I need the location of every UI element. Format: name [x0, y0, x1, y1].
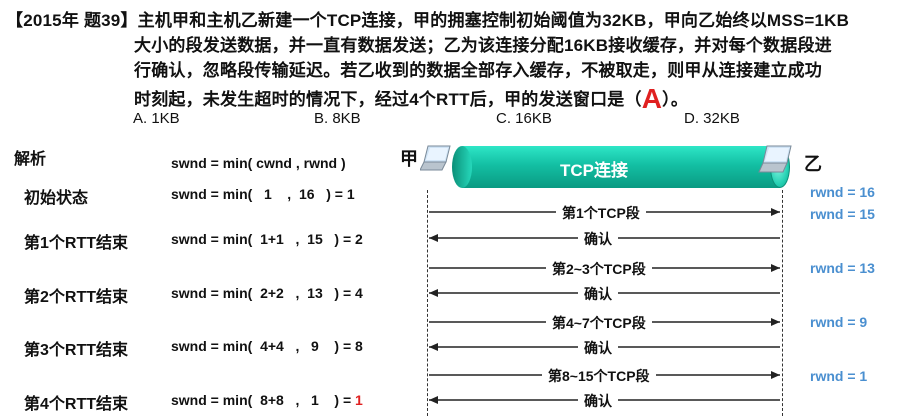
arrow-head: [429, 234, 438, 242]
arrow-head: [429, 396, 438, 404]
arrow-head: [771, 371, 780, 379]
arrow-head: [429, 343, 438, 351]
arrow-head: [771, 208, 780, 216]
rwnd-value: rwnd = 1: [810, 368, 868, 384]
arrow-head: [771, 264, 780, 272]
rwnd-value: rwnd = 16: [810, 184, 875, 200]
message-label: 确认: [578, 229, 618, 249]
arrow-head: [771, 318, 780, 326]
message-arrows: [429, 208, 780, 404]
message-label: 第4~7个TCP段: [546, 313, 652, 333]
message-label: 第2~3个TCP段: [546, 259, 652, 279]
message-label: 第1个TCP段: [556, 203, 646, 223]
message-label: 确认: [578, 284, 618, 304]
message-label: 确认: [578, 338, 618, 358]
arrow-head: [429, 289, 438, 297]
rwnd-value: rwnd = 13: [810, 260, 875, 276]
message-label: 确认: [578, 391, 618, 411]
rwnd-value: rwnd = 9: [810, 314, 868, 330]
message-label: 第8~15个TCP段: [542, 366, 656, 386]
rwnd-value: rwnd = 15: [810, 206, 875, 222]
